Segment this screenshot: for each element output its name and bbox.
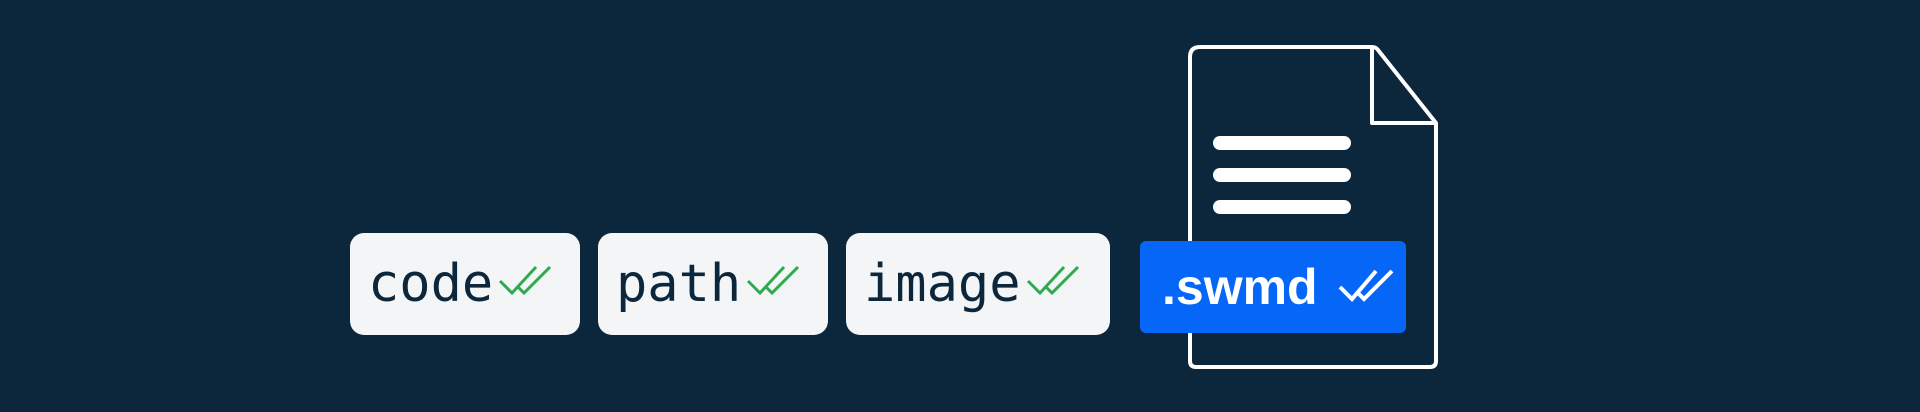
chip-path-label: path	[616, 254, 742, 314]
chip-image: image	[846, 233, 1110, 335]
double-check-icon	[1338, 269, 1394, 302]
chip-image-label: image	[864, 254, 1021, 314]
extension-label: .swmd	[1162, 259, 1318, 315]
chip-code: code	[350, 233, 580, 335]
chip-code-label: code	[368, 254, 494, 314]
double-check-icon	[746, 265, 800, 296]
extension-badge: .swmd	[1140, 241, 1406, 333]
chip-path: path	[598, 233, 828, 335]
double-check-icon	[1026, 265, 1080, 296]
double-check-icon	[498, 265, 552, 296]
